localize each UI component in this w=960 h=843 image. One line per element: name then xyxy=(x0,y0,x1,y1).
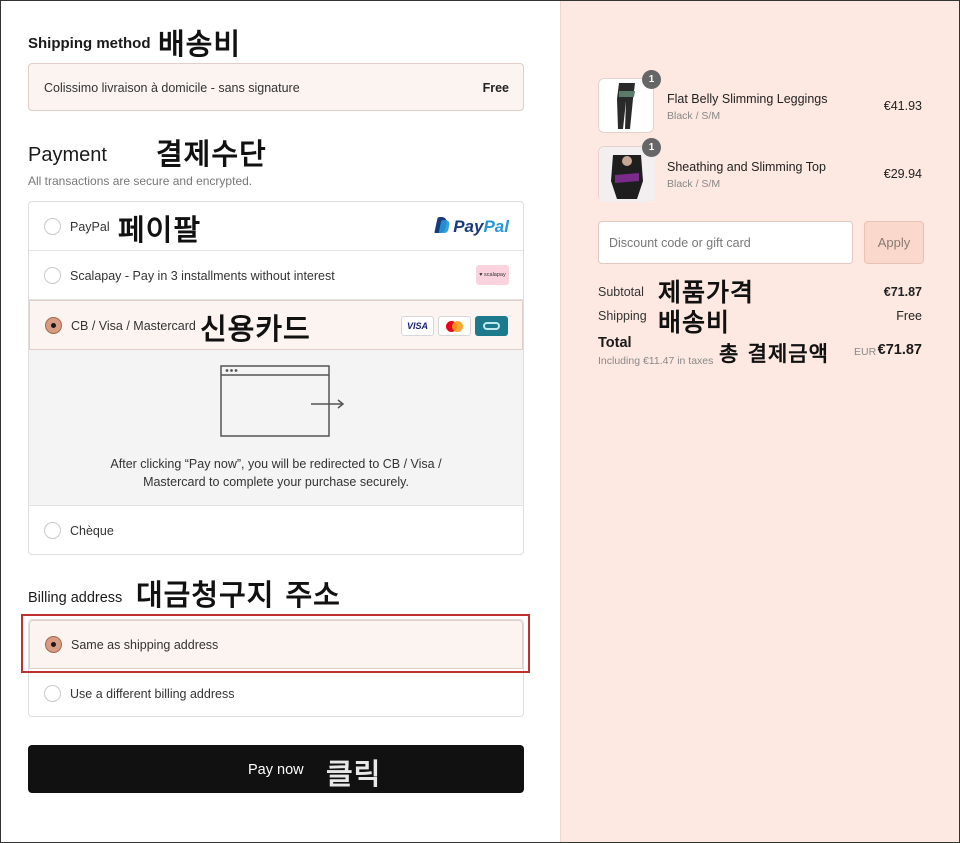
different-address-label: Use a different billing address xyxy=(70,687,235,701)
payment-methods-list: PayPal PayPal Scalapay - Pay in 3 instal… xyxy=(28,201,524,555)
billing-option-different[interactable]: Use a different billing address xyxy=(29,669,523,716)
shipping-summary-label: Shipping xyxy=(598,309,647,323)
mastercard-icon xyxy=(438,316,471,336)
paypal-mark-icon xyxy=(436,217,450,235)
shipping-option-label: Colissimo livraison à domicile - sans si… xyxy=(44,81,300,95)
subtotal-value: €71.87 xyxy=(883,285,922,299)
product-price: €29.94 xyxy=(883,167,922,181)
pay-now-label: Pay now xyxy=(248,762,304,778)
apply-discount-button[interactable]: Apply xyxy=(864,221,924,264)
shipping-option[interactable]: Colissimo livraison à domicile - sans si… xyxy=(28,63,524,111)
shipping-method-heading: Shipping method xyxy=(28,35,151,52)
quantity-badge: 1 xyxy=(642,138,661,157)
payment-option-paypal[interactable]: PayPal PayPal xyxy=(29,202,523,251)
checkout-form-panel: Shipping method 배송비 Colissimo livraison … xyxy=(1,1,560,842)
billing-address-heading: Billing address xyxy=(28,590,123,606)
different-address-radio[interactable] xyxy=(44,685,61,702)
cb-card-icon xyxy=(475,316,508,336)
paypal-annotation: 페이팔 xyxy=(118,213,202,247)
redirect-text: After clicking “Pay now”, you will be re… xyxy=(110,457,442,489)
cheque-radio[interactable] xyxy=(44,522,61,539)
shipping-annotation: 배송비 xyxy=(158,27,242,61)
product-thumbnail: 1 xyxy=(598,70,661,133)
product-variant: Black / S/M xyxy=(667,178,721,190)
card-radio-selected[interactable] xyxy=(45,317,62,334)
shipping-summary-value: Free xyxy=(896,309,922,323)
card-annotation: 신용카드 xyxy=(200,312,311,346)
card-label: CB / Visa / Mastercard xyxy=(71,319,196,333)
payment-option-cheque[interactable]: Chèque xyxy=(29,506,523,554)
currency-code: EUR xyxy=(854,346,877,358)
card-redirect-info: After clicking “Pay now”, you will be re… xyxy=(29,350,523,506)
product-name: Sheathing and Slimming Top xyxy=(667,160,826,174)
quantity-badge: 1 xyxy=(642,70,661,89)
paypal-label: PayPal xyxy=(70,220,110,234)
taxes-note: Including €11.47 in taxes xyxy=(598,355,714,367)
pay-now-annotation: 클릭 xyxy=(326,757,382,791)
pay-now-button[interactable]: Pay now xyxy=(28,745,524,793)
product-price: €41.93 xyxy=(883,99,922,113)
product-variant: Black / S/M xyxy=(667,110,721,122)
card-brand-icons: VISA xyxy=(397,316,508,336)
total-annotation: 총 결제금액 xyxy=(719,342,829,366)
browser-redirect-icon xyxy=(220,365,345,437)
payment-heading: Payment xyxy=(28,144,107,166)
subtotal-label: Subtotal xyxy=(598,285,644,299)
total-value: €71.87 xyxy=(877,342,922,358)
paypal-radio[interactable] xyxy=(44,218,61,235)
billing-annotation: 대금청구지 주소 xyxy=(136,578,341,612)
payment-option-scalapay[interactable]: Scalapay - Pay in 3 installments without… xyxy=(29,251,523,300)
cheque-label: Chèque xyxy=(70,524,114,538)
scalapay-radio[interactable] xyxy=(44,267,61,284)
shipping-option-price: Free xyxy=(482,81,509,95)
paypal-logo: PayPal xyxy=(436,217,509,237)
product-thumbnail: 1 xyxy=(598,138,661,202)
order-summary-panel: 1 Flat Belly Slimming Leggings Black / S… xyxy=(560,1,959,842)
scalapay-logo: ♥ scalapay xyxy=(476,265,509,285)
shipping-summary-annotation: 배송비 xyxy=(658,308,731,337)
highlight-box xyxy=(21,614,530,673)
discount-code-input[interactable] xyxy=(598,221,853,264)
product-name: Flat Belly Slimming Leggings xyxy=(667,92,828,106)
scalapay-label: Scalapay - Pay in 3 installments without… xyxy=(70,269,335,283)
total-label: Total xyxy=(598,335,632,351)
payment-subtitle: All transactions are secure and encrypte… xyxy=(28,174,253,188)
visa-icon: VISA xyxy=(401,316,434,336)
payment-annotation: 결제수단 xyxy=(156,137,267,171)
